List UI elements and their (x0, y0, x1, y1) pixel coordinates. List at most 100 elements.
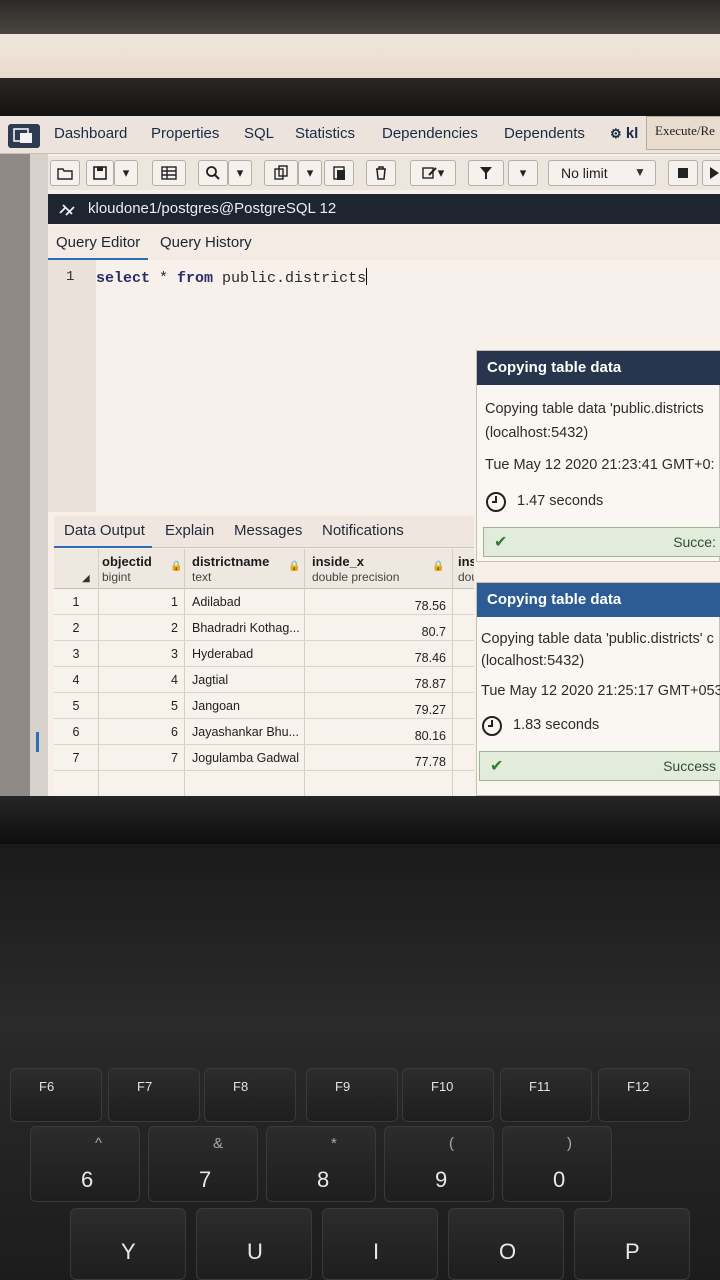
row-number[interactable]: 2 (54, 621, 98, 635)
tab-explain[interactable]: Explain (165, 522, 214, 539)
key-label: U (247, 1239, 263, 1264)
key-i[interactable]: I (322, 1208, 438, 1280)
tab-query-editor[interactable]: Query Editor (56, 234, 140, 251)
cell-inside-x[interactable]: 80.16 (312, 729, 446, 743)
table-row[interactable]: 2 2 Bhadradri Kothag... 80.7 (54, 615, 474, 641)
column-type: bigint (102, 570, 131, 584)
sql-table: public.districts (213, 270, 367, 287)
key-f11[interactable]: F11 (500, 1068, 592, 1122)
find-button[interactable] (198, 160, 228, 186)
execute-button[interactable] (702, 160, 720, 186)
key-7[interactable]: & 7 (148, 1126, 258, 1202)
folder-open-icon (57, 168, 73, 180)
sql-keyword: select (96, 270, 151, 287)
cell-inside-x[interactable]: 80.7 (312, 625, 446, 639)
save-dropdown-button[interactable]: ▾ (114, 160, 138, 186)
find-dropdown-button[interactable]: ▾ (228, 160, 252, 186)
sql-text[interactable]: select * from public.districts (96, 268, 368, 287)
key-f8[interactable]: F8 (204, 1068, 296, 1122)
key-f9[interactable]: F9 (306, 1068, 398, 1122)
column-header-objectid[interactable]: objectid (102, 554, 152, 569)
key-p[interactable]: P (574, 1208, 690, 1280)
cell-objectid[interactable]: 6 (98, 725, 182, 739)
stop-button[interactable] (668, 160, 698, 186)
row-number[interactable]: 5 (54, 699, 98, 713)
key-8[interactable]: * 8 (266, 1126, 376, 1202)
table-row[interactable]: 3 3 Hyderabad 78.46 (54, 641, 474, 667)
row-number[interactable]: 1 (54, 595, 98, 609)
cell-districtname[interactable]: Jangoan (192, 699, 304, 713)
row-number[interactable]: 3 (54, 647, 98, 661)
tab-sql[interactable]: SQL (244, 125, 274, 142)
tab-dashboard[interactable]: Dashboard (54, 125, 127, 142)
cell-inside-x[interactable]: 77.78 (312, 755, 446, 769)
key-f6[interactable]: F6 (10, 1068, 102, 1122)
key-label: F10 (431, 1079, 454, 1094)
tab-messages[interactable]: Messages (234, 522, 302, 539)
cell-districtname[interactable]: Bhadradri Kothag... (192, 621, 304, 635)
active-tab-indicator (54, 546, 152, 548)
delete-button[interactable] (366, 160, 396, 186)
key-9[interactable]: (9 (384, 1126, 494, 1202)
row-number[interactable]: 7 (54, 751, 98, 765)
cell-objectid[interactable]: 5 (98, 699, 182, 713)
tab-properties[interactable]: Properties (151, 125, 219, 142)
filter-button[interactable] (468, 160, 504, 186)
tab-query-tool[interactable]: ⚙ kl (610, 125, 638, 142)
table-row[interactable]: 6 6 Jayashankar Bhu... 80.16 (54, 719, 474, 745)
tab-query-history[interactable]: Query History (160, 234, 252, 251)
key-o[interactable]: O (448, 1208, 564, 1280)
table-row[interactable]: 5 5 Jangoan 79.27 (54, 693, 474, 719)
key-u[interactable]: U (196, 1208, 312, 1280)
cell-districtname[interactable]: Jayashankar Bhu... (192, 725, 304, 739)
column-header-inside-y[interactable]: ins (458, 554, 474, 569)
sql-keyword: from (177, 270, 214, 287)
save-button[interactable] (86, 160, 114, 186)
paste-button[interactable] (324, 160, 354, 186)
key-f10[interactable]: F10 (402, 1068, 494, 1122)
copy-dropdown-button[interactable]: ▾ (298, 160, 322, 186)
tab-dependents[interactable]: Dependents (504, 125, 585, 142)
cell-inside-x[interactable]: 78.56 (312, 599, 446, 613)
cell-districtname[interactable]: Jagtial (192, 673, 304, 687)
key-y[interactable]: Y (70, 1208, 186, 1280)
column-header-inside-x[interactable]: inside_x (312, 554, 364, 569)
connection-bar[interactable]: kloudone1/postgres@PostgreSQL 12 (48, 194, 720, 224)
tab-statistics[interactable]: Statistics (295, 125, 355, 142)
cell-districtname[interactable]: Hyderabad (192, 647, 304, 661)
cell-inside-x[interactable]: 79.27 (312, 703, 446, 717)
key-0[interactable]: ) 0 (502, 1126, 612, 1202)
copy-button[interactable] (264, 160, 298, 186)
cell-objectid[interactable]: 3 (98, 647, 182, 661)
table-row[interactable]: 1 1 Adilabad 78.56 (54, 589, 474, 615)
sort-corner-icon: ◢ (82, 573, 90, 584)
tab-dependencies[interactable]: Dependencies (382, 125, 478, 142)
cell-inside-x[interactable]: 78.46 (312, 651, 446, 665)
row-number[interactable]: 6 (54, 725, 98, 739)
edit-data-button[interactable] (152, 160, 186, 186)
column-header-districtname[interactable]: districtname (192, 554, 269, 569)
row-number[interactable]: 4 (54, 673, 98, 687)
tab-data-output[interactable]: Data Output (64, 522, 145, 539)
cell-objectid[interactable]: 2 (98, 621, 182, 635)
tab-notifications[interactable]: Notifications (322, 522, 404, 539)
table-row[interactable]: 7 7 Jogulamba Gadwal 77.78 (54, 745, 474, 771)
filter-dropdown-button[interactable]: ▾ (508, 160, 538, 186)
cell-objectid[interactable]: 4 (98, 673, 182, 687)
key-label: F7 (137, 1079, 153, 1094)
panel-splitter[interactable] (30, 154, 48, 796)
browser-tree-icon[interactable] (8, 124, 40, 148)
cell-districtname[interactable]: Jogulamba Gadwal (192, 751, 304, 765)
key-f7[interactable]: F7 (108, 1068, 200, 1122)
cell-inside-x[interactable]: 78.87 (312, 677, 446, 691)
table-row[interactable]: 4 4 Jagtial 78.87 (54, 667, 474, 693)
open-file-button[interactable] (50, 160, 80, 186)
key-label: F12 (627, 1079, 650, 1094)
key-6[interactable]: ^ 6 (30, 1126, 140, 1202)
selected-row-marker (36, 732, 39, 752)
cell-districtname[interactable]: Adilabad (192, 595, 304, 609)
key-f12[interactable]: F12 (598, 1068, 690, 1122)
cell-objectid[interactable]: 7 (98, 751, 182, 765)
cell-objectid[interactable]: 1 (98, 595, 182, 609)
edit-menu-button[interactable]: ▾ (410, 160, 456, 186)
